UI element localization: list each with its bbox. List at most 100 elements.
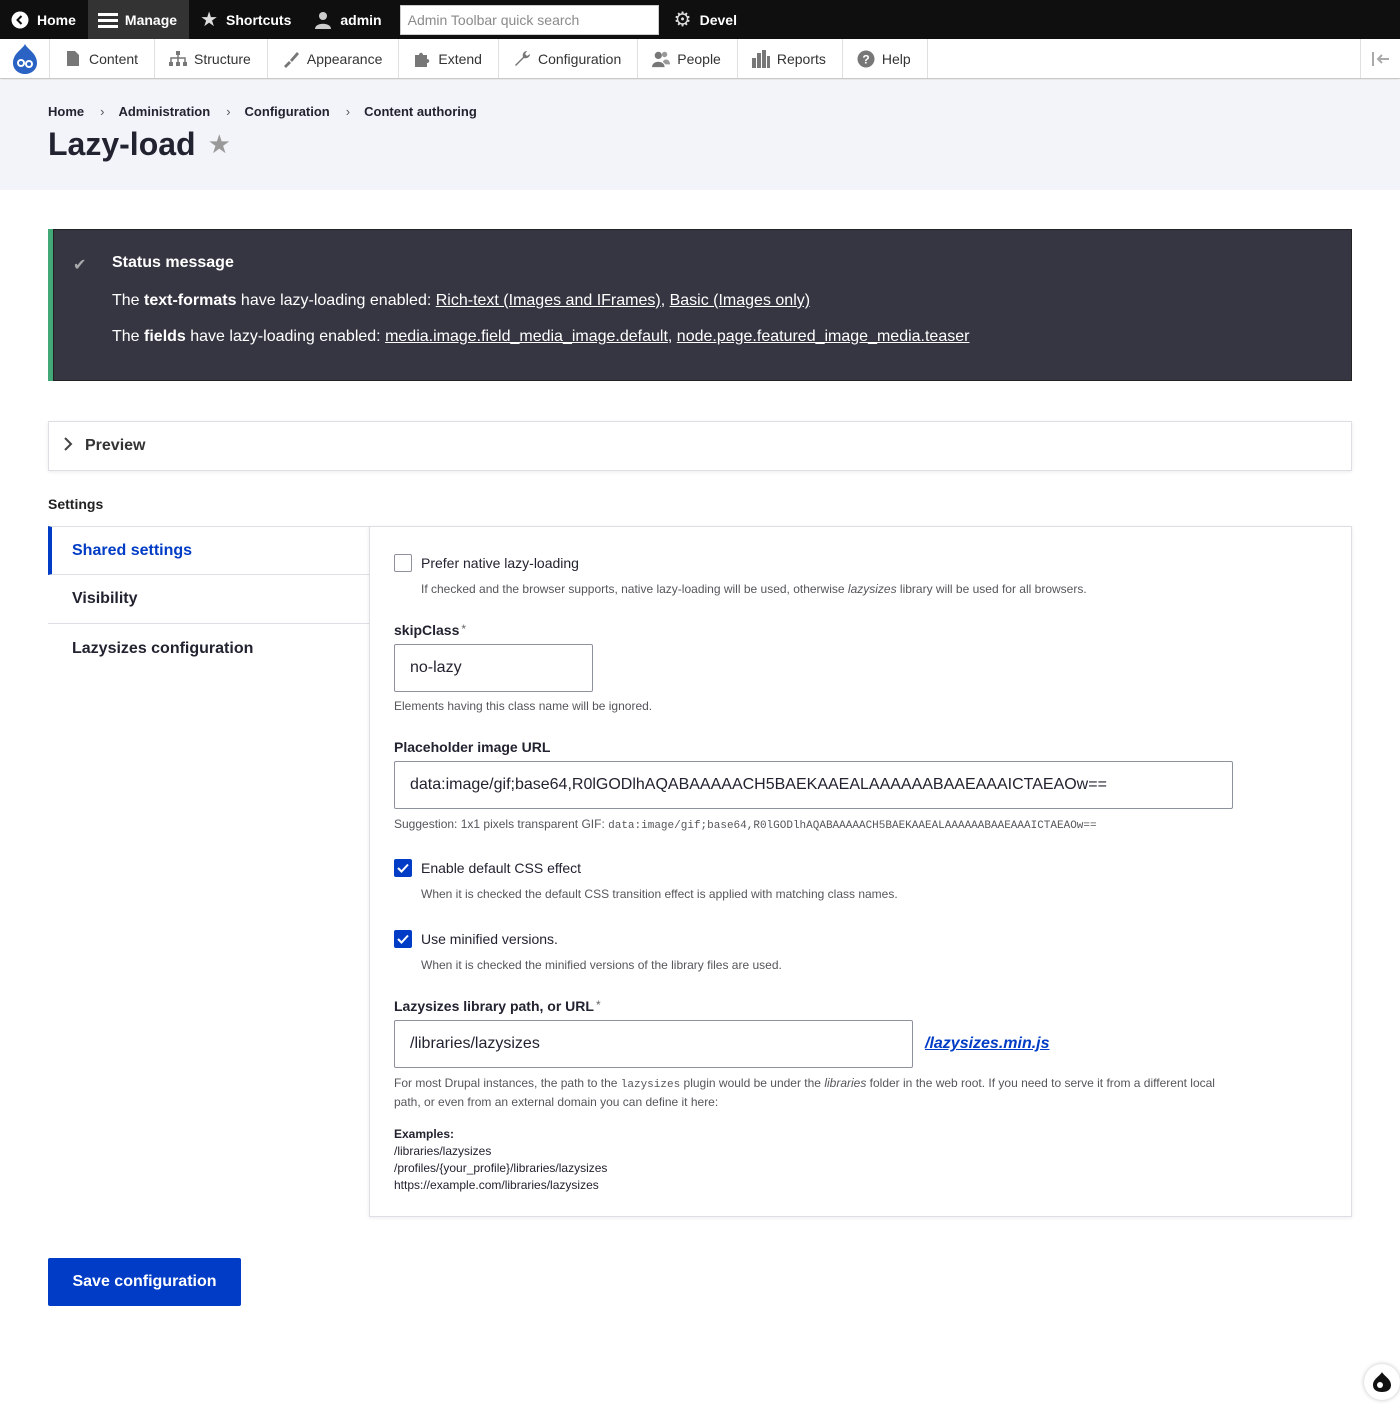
placeholder-description: Suggestion: 1x1 pixels transparent GIF: … — [394, 817, 1097, 832]
status-text: , — [660, 292, 670, 309]
tray-item-people[interactable]: People — [638, 39, 738, 78]
breadcrumb-link[interactable]: Configuration — [245, 104, 330, 119]
skipclass-label-text: skipClass — [394, 622, 460, 638]
toolbar-shortcuts[interactable]: ★ Shortcuts — [189, 0, 303, 39]
example-item: /libraries/lazysizes — [394, 1144, 492, 1158]
save-configuration-button[interactable]: Save configuration — [48, 1258, 241, 1306]
tray-item-label: Configuration — [537, 50, 622, 67]
toolbar-devel[interactable]: ⚙ Devel — [663, 0, 749, 39]
user-icon — [313, 10, 333, 30]
libpath-description: For most Drupal instances, the path to t… — [394, 1075, 1334, 1111]
breadcrumb-link[interactable]: Home — [48, 104, 84, 119]
example-item: /profiles/{your_profile}/libraries/lazys… — [394, 1161, 608, 1175]
status-message: ✔ Status message The text-formats have l… — [48, 229, 1352, 381]
placeholder-url-input[interactable]: data:image/gif;base64,R0lGODlhAQABAAAAAC… — [394, 761, 1233, 809]
brush-icon — [282, 50, 300, 68]
example-item: https://example.com/libraries/lazysizes — [394, 1178, 599, 1192]
tray-item-content[interactable]: Content — [50, 39, 156, 78]
status-link[interactable]: media.image.field_media_image.default — [385, 328, 668, 345]
toolbar-shortcuts-label: Shortcuts — [226, 11, 292, 28]
minified-description: When it is checked the minified versions… — [421, 958, 782, 972]
tray-item-structure[interactable]: Structure — [155, 39, 268, 78]
tab-shared-settings[interactable]: Shared settings — [48, 526, 369, 575]
minified-checkbox[interactable] — [394, 930, 412, 948]
desc-text: path, or even from an external domain yo… — [394, 1095, 719, 1109]
breadcrumb-separator-icon: › — [100, 104, 105, 119]
checkmark-icon — [397, 934, 409, 944]
status-title: Status message — [112, 254, 234, 271]
libpath-label-text: Lazysizes library path, or URL — [394, 998, 594, 1014]
status-line-text-formats: The text-formats have lazy-loading enabl… — [112, 292, 810, 310]
tray-item-help[interactable]: ? Help — [843, 39, 928, 78]
examples-label: Examples: — [394, 1127, 455, 1141]
toolbar-home[interactable]: Home — [0, 0, 88, 39]
breadcrumb-link[interactable]: Content authoring — [364, 104, 477, 119]
tray-item-reports[interactable]: Reports — [738, 39, 843, 78]
toolbar-manage[interactable]: Manage — [87, 0, 190, 39]
breadcrumb-link[interactable]: Administration — [118, 104, 210, 119]
libpath-value: /libraries/lazysizes — [410, 1035, 540, 1052]
toolbar-devel-label: Devel — [699, 11, 737, 28]
breadcrumb-separator-icon: › — [226, 104, 231, 119]
skipclass-input[interactable]: no-lazy — [394, 644, 593, 692]
desc-text: If checked and the browser supports, nat… — [421, 582, 848, 596]
tray-item-label: Reports — [776, 50, 826, 67]
status-text: have lazy-loading enabled: — [185, 328, 386, 345]
status-line-fields: The fields have lazy-loading enabled: me… — [112, 328, 969, 346]
tray-item-label: Help — [881, 50, 911, 67]
help-icon: ? — [857, 50, 875, 68]
tray-item-label: People — [677, 50, 721, 67]
libpath-input[interactable]: /libraries/lazysizes — [394, 1020, 913, 1068]
page-title: Lazy-load ★ — [48, 126, 231, 163]
breadcrumb: Home › Administration › Configuration › … — [48, 104, 477, 119]
css-effect-checkbox[interactable] — [394, 859, 412, 877]
tab-lazysizes-configuration[interactable]: Lazysizes configuration — [48, 624, 369, 673]
css-effect-description: When it is checked the default CSS trans… — [421, 887, 898, 901]
admin-toolbar: Home Manage ★ Shortcuts admin Admin Tool… — [0, 0, 1400, 39]
skipclass-label: skipClass * — [394, 622, 466, 638]
status-text: have lazy-loading enabled: — [236, 292, 436, 309]
page-header: Home › Administration › Configuration › … — [0, 80, 1400, 190]
collapse-tray-icon[interactable] — [1360, 39, 1400, 78]
people-icon — [652, 50, 671, 68]
native-lazyload-checkbox[interactable] — [394, 554, 412, 572]
shortcut-star-icon[interactable]: ★ — [208, 129, 231, 160]
toolbar-user[interactable]: admin — [303, 0, 393, 39]
tray-item-extend[interactable]: Extend — [399, 39, 499, 78]
preview-label: Preview — [85, 437, 146, 454]
toolbar-search-placeholder: Admin Toolbar quick search — [407, 11, 580, 28]
back-arrow-icon — [10, 10, 30, 30]
tray-item-label: Extend — [438, 50, 482, 67]
checkmark-icon: ✔ — [73, 257, 87, 274]
placeholder-url-value: data:image/gif;base64,R0lGODlhAQABAAAAAC… — [410, 776, 1107, 793]
shared-settings-pane: Prefer native lazy-loading If checked an… — [369, 526, 1352, 1217]
lazysizes-min-js-link[interactable]: /lazysizes.min.js — [925, 1035, 1050, 1053]
tab-visibility[interactable]: Visibility — [48, 575, 369, 624]
libpath-label: Lazysizes library path, or URL * — [394, 998, 601, 1014]
libpath-examples: Examples: /libraries/lazysizes /profiles… — [394, 1126, 607, 1194]
status-strong: text-formats — [144, 292, 237, 309]
tray-item-appearance[interactable]: Appearance — [268, 39, 400, 78]
status-text: The — [112, 328, 145, 345]
preview-details[interactable]: Preview — [48, 421, 1352, 471]
desc-code: lazysizes — [620, 1079, 681, 1091]
drupal-drop-icon[interactable] — [1364, 1364, 1400, 1400]
desc-text: folder in the web root. If you need to s… — [866, 1076, 1215, 1090]
required-marker: * — [461, 622, 467, 636]
tray-item-label: Appearance — [306, 50, 383, 67]
status-link[interactable]: Rich-text (Images and IFrames) — [436, 292, 661, 309]
toolbar-home-label: Home — [37, 11, 76, 28]
file-icon — [64, 50, 82, 68]
toolbar-search-input[interactable]: Admin Toolbar quick search — [399, 4, 659, 35]
svg-text:?: ? — [862, 52, 869, 66]
star-icon: ★ — [200, 9, 218, 31]
drupal-logo-icon[interactable] — [0, 39, 50, 78]
tray-item-configuration[interactable]: Configuration — [499, 39, 639, 78]
toolbar-manage-label: Manage — [124, 11, 178, 28]
status-link[interactable]: Basic (Images only) — [670, 292, 811, 309]
chevron-right-icon — [63, 436, 73, 456]
desc-em: libraries — [824, 1076, 867, 1090]
status-link[interactable]: node.page.featured_image_media.teaser — [677, 328, 970, 345]
status-strong: fields — [144, 328, 186, 345]
gear-icon: ⚙ — [673, 9, 692, 31]
